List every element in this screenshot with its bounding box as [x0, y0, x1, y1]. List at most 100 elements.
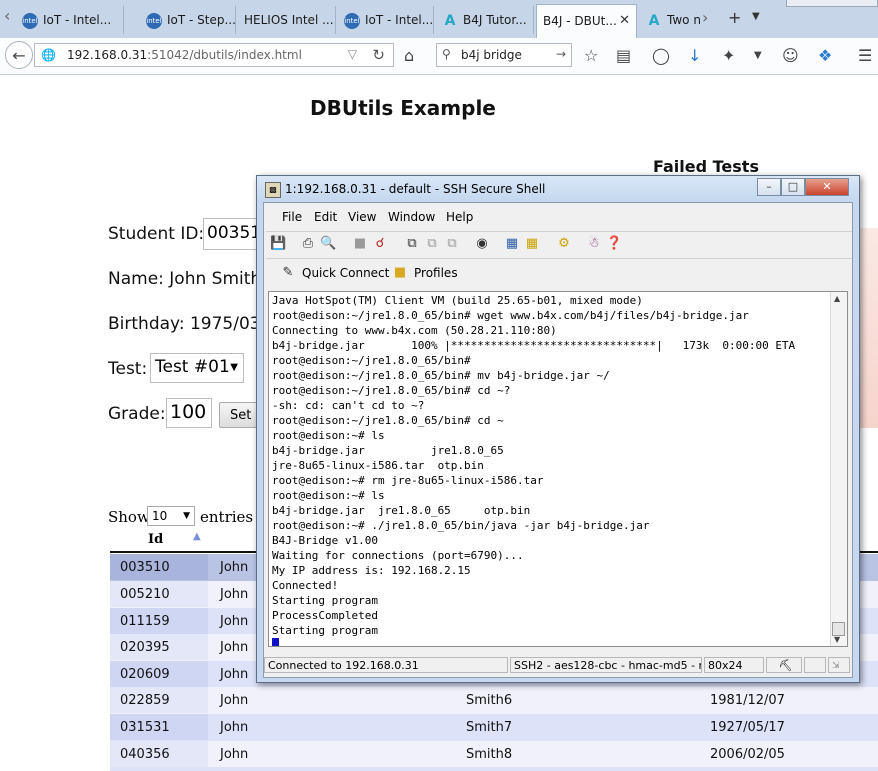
emoji-addon-icon[interactable]: ☺ [782, 46, 799, 65]
url-bar[interactable]: 🌐 192.168.0.31:51042/dbutils/index.html … [34, 43, 394, 67]
scroll-tabs-left-icon[interactable]: ‹ [4, 6, 10, 25]
maximize-button[interactable]: □ [781, 178, 805, 196]
paste-icon[interactable]: ⧉ [424, 236, 440, 252]
ssh-title-bar[interactable]: ▩ 1:192.168.0.31 - default - SSH Secure … [257, 176, 859, 202]
extension-icon[interactable]: ❖ [818, 46, 832, 65]
cell-id: 011159 [110, 608, 208, 634]
bookmark-star-icon[interactable]: ☆ [584, 46, 598, 65]
tab-b4j-tutorial[interactable]: A B4J Tutor... [436, 6, 534, 34]
tab-iot-step[interactable]: intel IoT - Step... [140, 6, 236, 34]
cell-first-name: John [220, 720, 249, 735]
print-preview-icon[interactable]: 🔍 [320, 236, 336, 252]
download-icon[interactable]: ↓ [688, 46, 701, 65]
context-help-icon[interactable]: ❓ [606, 236, 622, 252]
test-select[interactable]: Test #01 ▼ [150, 353, 244, 383]
navigation-bar: ← 🌐 192.168.0.31:51042/dbutils/index.htm… [0, 38, 878, 75]
terminal-scrollbar[interactable]: ▲ ▼ [830, 292, 847, 646]
table-row[interactable]: 031531 John Smith7 1927/05/17 [110, 714, 878, 741]
profiles-button[interactable]: Profiles [414, 266, 458, 280]
list-tabs-icon[interactable]: ▼ [752, 11, 760, 22]
search-input[interactable]: b4j bridge [461, 48, 522, 62]
terminal-line: Starting program [272, 594, 378, 607]
settings-icon[interactable]: ⚙ [556, 236, 572, 252]
tab-label: Two n [667, 13, 701, 27]
terminal-line: b4j-bridge.jar jre1.8.0_65 otp.bin [272, 504, 531, 517]
paste-selection-icon[interactable]: ⧉ [444, 236, 460, 252]
pocket-icon[interactable]: ◯ [652, 46, 670, 65]
search-icon: ⚲ [442, 47, 451, 61]
terminal-line: b4j-bridge.jar 100% |*******************… [272, 339, 796, 352]
terminal-line: jre-8u65-linux-i586.tar otp.bin [272, 459, 484, 472]
print-icon[interactable]: ⎙ [300, 236, 316, 252]
new-terminal-icon[interactable]: ▦ [504, 236, 520, 252]
chevron-down-icon: ▼ [183, 511, 190, 521]
chevron-down-icon: ▼ [230, 362, 238, 373]
cell-first-name: John [220, 747, 249, 762]
home-icon[interactable]: ⌂ [404, 46, 414, 65]
ssh-toolbar: 💾 ⎙ 🔍 ■ ☌ ⧉ ⧉ ⧉ ◉ ▦ ▦ ⚙ ☃ ❓ [266, 231, 852, 259]
search-bar[interactable]: ⚲ b4j bridge → [436, 43, 572, 67]
copy-icon[interactable]: ⧉ [404, 236, 420, 252]
tab-label: HELIOS Intel ... [244, 13, 334, 27]
menu-view[interactable]: View [348, 210, 376, 224]
reload-icon[interactable]: ↻ [372, 46, 385, 64]
reading-list-icon[interactable]: ▤ [616, 46, 631, 65]
cell-first-name: John [220, 693, 249, 708]
resize-grip-icon[interactable]: ⇲ [828, 657, 850, 673]
terminal-line: My IP address is: 192.168.2.15 [272, 564, 471, 577]
terminal-output[interactable]: Java HotSpot(TM) Client VM (build 25.65-… [268, 291, 848, 647]
scroll-up-icon[interactable]: ▲ [834, 294, 840, 303]
save-icon[interactable]: 💾 [270, 236, 286, 252]
menu-icon[interactable]: ☰ [858, 46, 872, 65]
globe-icon: 🌐 [41, 48, 56, 62]
url-history-dropdown-icon[interactable]: ▽ [348, 47, 357, 61]
cell-birthday: 1927/05/17 [710, 720, 785, 735]
column-header-id[interactable]: Id [148, 532, 163, 547]
search-go-icon[interactable]: → [556, 47, 566, 61]
sort-ascending-icon[interactable]: ▲ [193, 531, 201, 542]
table-row[interactable]: 040356 John Smith8 2006/02/05 [110, 741, 878, 768]
tab-iot-intel-2[interactable]: intel IoT - Intel... [338, 6, 434, 34]
scroll-tabs-right-icon[interactable]: › [702, 8, 708, 27]
status-lock-icon: ⛏ [766, 657, 802, 673]
tab-iot-intel-1[interactable]: intel IoT - Intel... [16, 6, 124, 34]
terminal-line: Connecting to www.b4x.com (50.28.21.110:… [272, 324, 557, 337]
new-tab-icon[interactable]: + [728, 8, 741, 27]
help-book-icon[interactable]: ☃ [586, 236, 602, 252]
new-file-transfer-icon[interactable]: ▦ [524, 236, 540, 252]
table-row[interactable]: 022859 John Smith6 1981/12/07 [110, 687, 878, 714]
addon-dropdown-icon[interactable]: ▼ [754, 50, 762, 61]
menu-file[interactable]: File [282, 210, 302, 224]
page-length-select[interactable]: 10 ▼ [147, 506, 195, 526]
b4x-icon: A [444, 12, 456, 29]
test-select-value: Test #01 [155, 357, 230, 377]
disconnect-icon[interactable]: ■ [352, 236, 368, 252]
menu-help[interactable]: Help [446, 210, 473, 224]
student-id-label: Student ID: [108, 224, 205, 244]
menu-edit[interactable]: Edit [314, 210, 337, 224]
terminal-line: -sh: cd: can't cd to ~? [272, 399, 425, 412]
close-button[interactable]: ✕ [805, 178, 849, 196]
ssh-client-area: File Edit View Window Help 💾 ⎙ 🔍 ■ ☌ ⧉ ⧉… [263, 202, 853, 678]
ssh-window: ▩ 1:192.168.0.31 - default - SSH Secure … [256, 175, 860, 683]
tab-helios[interactable]: HELIOS Intel ... [238, 6, 336, 34]
quick-connect-button[interactable]: Quick Connect [302, 266, 389, 280]
cell-birthday: 1981/12/07 [710, 693, 785, 708]
grade-field[interactable]: 100 [166, 398, 212, 428]
addon-icon[interactable]: ✦ [722, 46, 735, 65]
find-icon[interactable]: ◉ [474, 236, 490, 252]
back-button[interactable]: ← [5, 41, 33, 69]
test-label: Test: [108, 359, 148, 379]
scrollbar-thumb[interactable] [832, 622, 845, 636]
scroll-down-icon[interactable]: ▼ [834, 635, 840, 644]
menu-window[interactable]: Window [388, 210, 435, 224]
page-title: DBUtils Example [310, 96, 496, 120]
tab-label: B4J Tutor... [463, 13, 527, 27]
ssh-profiles-toolbar: ✎ Quick Connect ■ Profiles [266, 259, 852, 287]
close-tab-icon[interactable]: ✕ [619, 5, 630, 37]
connect-icon[interactable]: ☌ [372, 236, 388, 252]
window-controls[interactable] [786, 0, 878, 7]
minimize-button[interactable]: – [757, 178, 781, 196]
student-id-field[interactable]: 00351 [203, 218, 263, 250]
tab-b4j-dbutils[interactable]: B4J - DBUt... ✕ [536, 4, 637, 38]
